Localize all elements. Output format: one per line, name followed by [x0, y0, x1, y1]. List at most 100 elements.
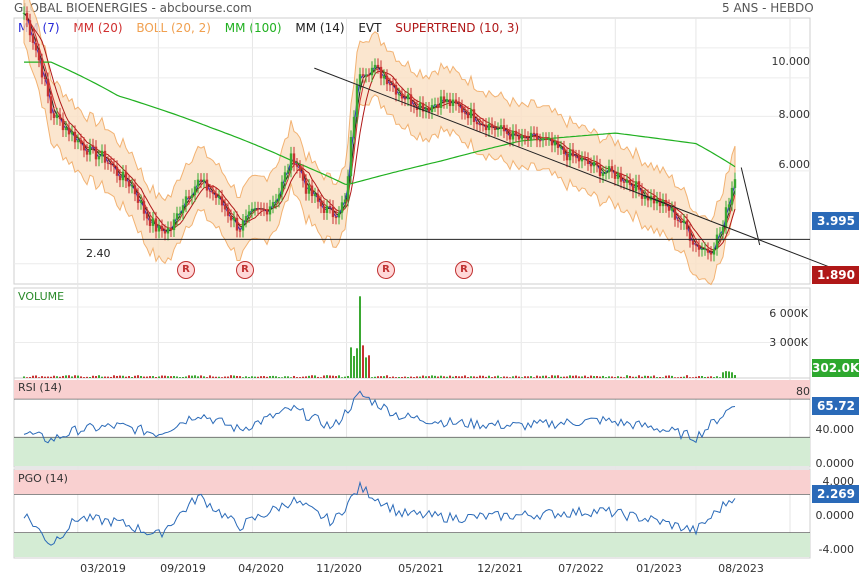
volume-bar — [119, 375, 121, 378]
candle-body — [256, 208, 260, 210]
volume-bar — [656, 377, 658, 378]
rsi-zone-high — [14, 380, 810, 400]
candle-body — [553, 141, 557, 146]
candle-body — [430, 105, 434, 112]
volume-bar — [554, 375, 556, 378]
candle-body — [160, 226, 164, 231]
candle-body — [226, 209, 230, 216]
volume-tick-6000: 6 000K — [769, 307, 808, 320]
candle-body — [169, 227, 173, 231]
candle-body — [274, 200, 278, 203]
volume-bar — [398, 376, 400, 378]
volume-bar — [671, 375, 673, 378]
volume-bar — [176, 376, 178, 378]
candle-body — [28, 20, 32, 36]
volume-bar — [293, 375, 295, 378]
pgo-zone-low — [14, 532, 810, 557]
volume-tick-3000: 3 000K — [769, 336, 808, 349]
candle-body — [517, 135, 521, 140]
candle-body — [73, 131, 77, 143]
volume-bar — [449, 375, 451, 378]
candle-body — [295, 164, 299, 167]
volume-bar — [452, 376, 454, 378]
trend-line-short — [740, 167, 761, 246]
candle-body — [220, 196, 224, 206]
candle-body — [514, 130, 518, 136]
volume-bar — [428, 376, 430, 378]
volume-bar — [686, 375, 688, 378]
volume-bar — [617, 376, 619, 378]
volume-bar — [653, 375, 655, 378]
candle-body — [706, 248, 710, 253]
candle-body — [271, 202, 275, 207]
volume-bar — [167, 376, 169, 378]
candle-body — [148, 218, 152, 226]
volume-bar — [707, 376, 709, 378]
bollinger-band — [23, 0, 736, 286]
volume-bar — [257, 376, 259, 378]
volume-bar — [725, 371, 727, 378]
volume-bar — [368, 355, 370, 378]
candle-body — [394, 85, 398, 95]
candle-body — [121, 171, 125, 181]
candle-body — [379, 66, 383, 79]
candle-body — [712, 248, 716, 255]
candle-body — [628, 179, 632, 185]
pgo-title: PGO (14) — [18, 472, 68, 485]
candle-body — [115, 166, 119, 176]
volume-bar — [341, 377, 343, 378]
candle-body — [127, 181, 131, 187]
volume-bar — [383, 376, 385, 378]
volume-bar — [389, 377, 391, 378]
volume-bar — [437, 376, 439, 378]
volume-bar — [728, 371, 730, 378]
volume-bar — [431, 375, 433, 378]
candle-body — [214, 193, 218, 199]
volume-bar — [173, 375, 175, 378]
candle-body — [304, 180, 308, 194]
candle-body — [484, 124, 488, 131]
candle-body — [457, 103, 461, 107]
volume-bar — [281, 377, 283, 378]
candle-body — [142, 201, 146, 214]
volume-bar — [242, 377, 244, 378]
support-badge: 1.890 — [812, 266, 859, 284]
candle-body — [436, 104, 440, 108]
candle-body — [352, 116, 356, 137]
trend-line — [314, 67, 831, 268]
volume-bar — [266, 376, 268, 378]
candle-body — [733, 179, 737, 188]
candle-body — [358, 74, 362, 86]
candle-body — [286, 170, 290, 173]
volume-bar — [461, 376, 463, 378]
candle-body — [124, 171, 128, 182]
candle-body — [76, 140, 80, 143]
volume-bar — [23, 376, 25, 378]
candle-body — [247, 211, 251, 217]
rsi-title: RSI (14) — [18, 381, 62, 394]
candle-body — [331, 206, 335, 218]
candle-body — [571, 149, 575, 157]
candle-body — [724, 207, 728, 227]
candle-body — [445, 99, 449, 102]
volume-bar — [83, 377, 85, 378]
candle-body — [667, 206, 671, 211]
volume-bar — [113, 375, 115, 378]
candle-body — [673, 208, 677, 220]
volume-bar — [65, 375, 67, 378]
volume-bar — [80, 376, 82, 378]
volume-bar — [458, 376, 460, 378]
marker-r-2: R — [236, 261, 254, 279]
candle-body — [343, 199, 347, 203]
volume-bar — [635, 376, 637, 378]
candle-body — [619, 173, 623, 182]
volume-bar — [317, 376, 319, 378]
candle-body — [130, 185, 134, 187]
candle-body — [565, 153, 569, 161]
pgo-zone-high — [14, 470, 810, 495]
volume-bar — [179, 377, 181, 378]
candle-body — [382, 75, 386, 79]
candle-body — [577, 156, 581, 162]
candle-body — [589, 164, 593, 167]
volume-bar — [665, 375, 667, 378]
